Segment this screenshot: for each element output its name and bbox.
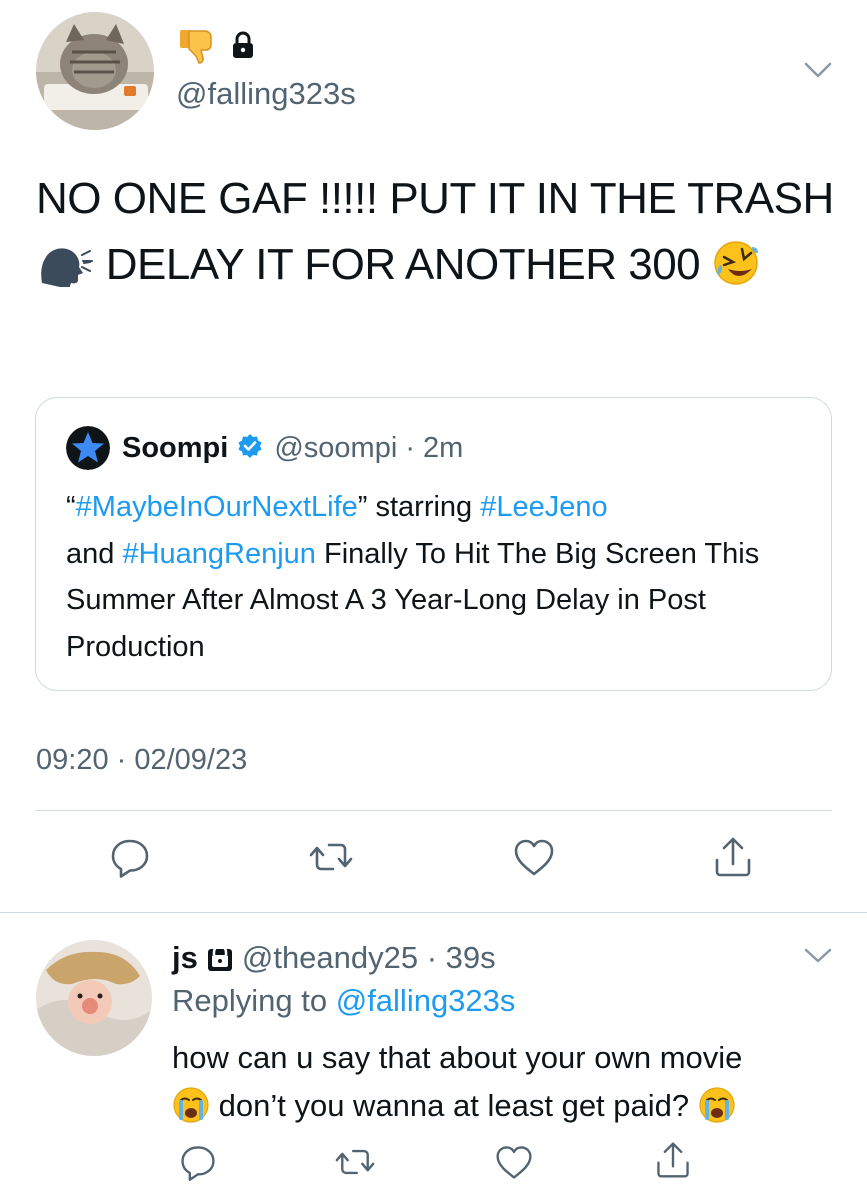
verified-badge-icon xyxy=(236,432,264,465)
replying-to-label: Replying to xyxy=(172,983,336,1018)
heart-icon xyxy=(493,1142,535,1187)
retweet-button[interactable] xyxy=(307,835,355,883)
quote-and-text: and xyxy=(66,537,123,570)
reply-text-part1: how can u say that about your own movie xyxy=(172,1040,743,1075)
retweet-button[interactable] xyxy=(331,1140,379,1188)
hashtag-link[interactable]: #MaybeInOurNextLife xyxy=(76,491,358,523)
replying-to-handle[interactable]: @falling323s xyxy=(336,983,516,1018)
user-handle[interactable]: @falling323s xyxy=(176,76,356,112)
share-button[interactable] xyxy=(709,835,757,883)
rolling-laughing-icon xyxy=(712,239,760,306)
chevron-down-icon[interactable] xyxy=(800,942,836,970)
quote-open-mark: “ xyxy=(66,491,76,523)
like-button[interactable] xyxy=(490,1140,538,1188)
speaking-head-icon xyxy=(36,240,94,306)
tweet-timestamp[interactable]: 09:20 · 02/09/23 xyxy=(36,744,247,777)
hashtag-link[interactable]: #LeeJeno xyxy=(480,491,607,523)
soompi-avatar-icon xyxy=(66,426,110,470)
avatar[interactable] xyxy=(36,940,152,1056)
reply-icon xyxy=(178,1142,218,1187)
crying-face-icon xyxy=(172,1086,210,1138)
share-icon xyxy=(711,834,755,885)
reply-icon xyxy=(108,835,152,884)
reply-text-part2: don’t you wanna at least get paid? xyxy=(218,1088,690,1123)
replying-to: Replying to @falling323s xyxy=(172,983,515,1019)
quote-close-mark: ” starring xyxy=(357,491,481,523)
quoted-author-name[interactable]: Soompi xyxy=(122,432,228,465)
divider xyxy=(36,810,832,811)
reply-text: how can u say that about your own movie … xyxy=(172,1034,852,1138)
chevron-down-icon[interactable] xyxy=(800,56,836,86)
heart-icon xyxy=(511,835,557,884)
retweet-icon xyxy=(307,835,355,884)
avatar[interactable] xyxy=(36,12,154,130)
hashtag-link[interactable]: #HuangRenjun xyxy=(122,538,315,570)
quoted-handle-time: @soompi · 2m xyxy=(274,431,464,464)
quoted-tweet-text: “#MaybeInOurNextLife” starring #LeeJeno a… xyxy=(66,484,806,670)
quoted-tweet-header: Soompi @soompi · 2m xyxy=(66,426,464,470)
retweet-icon xyxy=(333,1142,377,1187)
quoted-tweet-card[interactable]: Soompi @soompi · 2m “#MaybeInOurNextLife… xyxy=(35,397,832,691)
lock-icon xyxy=(228,30,258,65)
tweet-text-part2: DELAY IT FOR ANOTHER 300 xyxy=(105,240,701,289)
reply-button[interactable] xyxy=(106,835,154,883)
reply-button[interactable] xyxy=(174,1140,222,1188)
crying-face-icon xyxy=(698,1086,736,1138)
display-name-emoji xyxy=(176,24,258,71)
divider xyxy=(0,912,867,913)
reply-header: js @theandy25 · 39s xyxy=(172,938,496,978)
tweet-text: NO ONE GAF !!!!! PUT IT IN THE TRASH DEL… xyxy=(36,166,836,306)
reply-handle-time: @theandy25 · 39s xyxy=(241,940,496,975)
like-button[interactable] xyxy=(510,835,558,883)
tweet-text-part1: NO ONE GAF !!!!! PUT IT IN THE TRASH xyxy=(36,174,834,223)
thumbs-down-icon xyxy=(176,24,218,71)
reply-author-name[interactable]: js xyxy=(172,940,198,976)
lock-icon xyxy=(206,943,234,973)
share-button[interactable] xyxy=(649,1138,697,1186)
share-icon xyxy=(653,1139,693,1186)
